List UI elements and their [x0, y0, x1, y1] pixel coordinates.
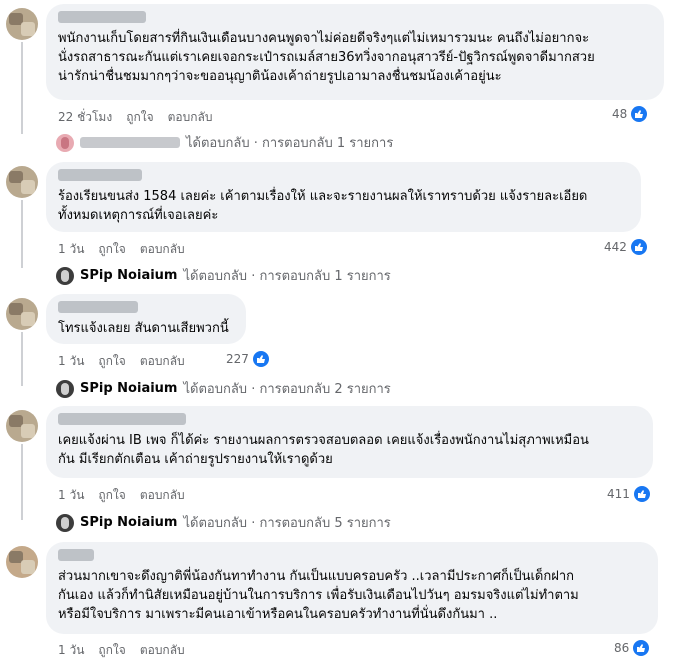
- comment-actions: 1 วัน ถูกใจ ตอบกลับ: [58, 352, 185, 371]
- reply-avatar: [56, 379, 74, 398]
- commenter-avatar[interactable]: [6, 298, 38, 330]
- reply-button[interactable]: ตอบกลับ: [140, 352, 185, 371]
- comment-text: ส่วนมากเขาจะดึงญาติพี่น้องกันทาทำงาน กัน…: [58, 569, 579, 622]
- comment-time[interactable]: 1 วัน: [58, 641, 84, 660]
- reply-summary: ได้ตอบกลับ · การตอบกลับ 2 รายการ: [183, 382, 391, 397]
- reply-button[interactable]: ตอบกลับ: [168, 108, 213, 127]
- thumbs-up-icon: [630, 239, 647, 255]
- reply-summary: ได้ตอบกลับ · การตอบกลับ 1 รายการ: [183, 269, 391, 284]
- comment-text: เคยแจ้งผ่าน IB เพจ ก็ได้ค่ะ รายงานผลการต…: [58, 433, 589, 467]
- comment-bubble: โทรแจ้งเลยย สันดานเสียพวกนี้: [46, 294, 246, 344]
- comment-bubble: พนักงานเก็บโดยสารที่กินเงินเดือนบางคนพูด…: [46, 4, 664, 100]
- thumbs-up-icon: [252, 351, 269, 367]
- commenter-name-redacted[interactable]: [58, 169, 142, 181]
- thread-line: [21, 332, 23, 386]
- reply-button[interactable]: ตอบกลับ: [140, 240, 185, 259]
- commenter-name-redacted[interactable]: [58, 549, 94, 561]
- like-button[interactable]: ถูกใจ: [98, 240, 125, 259]
- comment-bubble: เคยแจ้งผ่าน IB เพจ ก็ได้ค่ะ รายงานผลการต…: [46, 406, 653, 478]
- reply-summary: ได้ตอบกลับ · การตอบกลับ 1 รายการ: [186, 136, 394, 151]
- comment-actions: 1 วัน ถูกใจ ตอบกลับ: [58, 240, 185, 259]
- comment-bubble: ร้องเรียนขนส่ง 1584 เลยค่ะ เค้าตามเรื่อง…: [46, 162, 641, 232]
- commenter-name-redacted[interactable]: [58, 413, 186, 425]
- comment-time[interactable]: 1 วัน: [58, 352, 84, 371]
- commenter-avatar[interactable]: [6, 8, 38, 40]
- comment-text: โทรแจ้งเลยย สันดานเสียพวกนี้: [58, 321, 229, 336]
- commenter-avatar[interactable]: [6, 166, 38, 198]
- comment-time[interactable]: 22 ชั่วโมง: [58, 108, 112, 127]
- reply-user-redacted: [80, 137, 180, 148]
- reaction-count[interactable]: 227: [226, 351, 269, 367]
- comment-actions: 22 ชั่วโมง ถูกใจ ตอบกลับ: [58, 108, 212, 127]
- thumbs-up-icon: [633, 486, 650, 502]
- reply-avatar: [56, 133, 74, 152]
- reply-button[interactable]: ตอบกลับ: [140, 641, 185, 660]
- replies-link[interactable]: SPip Noiaium ได้ตอบกลับ · การตอบกลับ 5 ร…: [56, 512, 391, 533]
- comment-actions: 1 วัน ถูกใจ ตอบกลับ: [58, 641, 185, 660]
- reaction-count[interactable]: 411: [607, 486, 650, 502]
- reply-button[interactable]: ตอบกลับ: [140, 486, 185, 505]
- reply-user: SPip Noiaium: [80, 381, 178, 396]
- replies-link[interactable]: SPip Noiaium ได้ตอบกลับ · การตอบกลับ 1 ร…: [56, 265, 391, 286]
- like-button[interactable]: ถูกใจ: [98, 486, 125, 505]
- comment-text: ร้องเรียนขนส่ง 1584 เลยค่ะ เค้าตามเรื่อง…: [58, 189, 588, 223]
- thread-line: [21, 200, 23, 268]
- reply-summary: ได้ตอบกลับ · การตอบกลับ 5 รายการ: [183, 516, 391, 531]
- like-button[interactable]: ถูกใจ: [98, 641, 125, 660]
- comment-actions: 1 วัน ถูกใจ ตอบกลับ: [58, 486, 185, 505]
- commenter-name-redacted[interactable]: [58, 11, 146, 23]
- thumbs-up-icon: [633, 640, 650, 656]
- reply-user: SPip Noiaium: [80, 268, 178, 283]
- commenter-name-redacted[interactable]: [58, 301, 138, 313]
- reaction-count[interactable]: 442: [604, 239, 647, 255]
- replies-link[interactable]: SPip Noiaium ได้ตอบกลับ · การตอบกลับ 2 ร…: [56, 378, 391, 399]
- comment-bubble: ส่วนมากเขาจะดึงญาติพี่น้องกันทาทำงาน กัน…: [46, 542, 658, 634]
- reaction-count[interactable]: 48: [612, 106, 648, 122]
- reply-avatar: [56, 513, 74, 532]
- replies-link[interactable]: ได้ตอบกลับ · การตอบกลับ 1 รายการ: [56, 132, 393, 153]
- reply-avatar: [56, 266, 74, 285]
- thread-line: [21, 42, 23, 134]
- thumbs-up-icon: [631, 106, 648, 122]
- comment-time[interactable]: 1 วัน: [58, 486, 84, 505]
- commenter-avatar[interactable]: [6, 410, 38, 442]
- comment-text: พนักงานเก็บโดยสารที่กินเงินเดือนบางคนพูด…: [58, 31, 595, 84]
- thread-line: [21, 444, 23, 520]
- reaction-count[interactable]: 86: [614, 640, 650, 656]
- reply-user: SPip Noiaium: [80, 515, 178, 530]
- like-button[interactable]: ถูกใจ: [126, 108, 153, 127]
- commenter-avatar[interactable]: [6, 546, 38, 578]
- comment-time[interactable]: 1 วัน: [58, 240, 84, 259]
- like-button[interactable]: ถูกใจ: [98, 352, 125, 371]
